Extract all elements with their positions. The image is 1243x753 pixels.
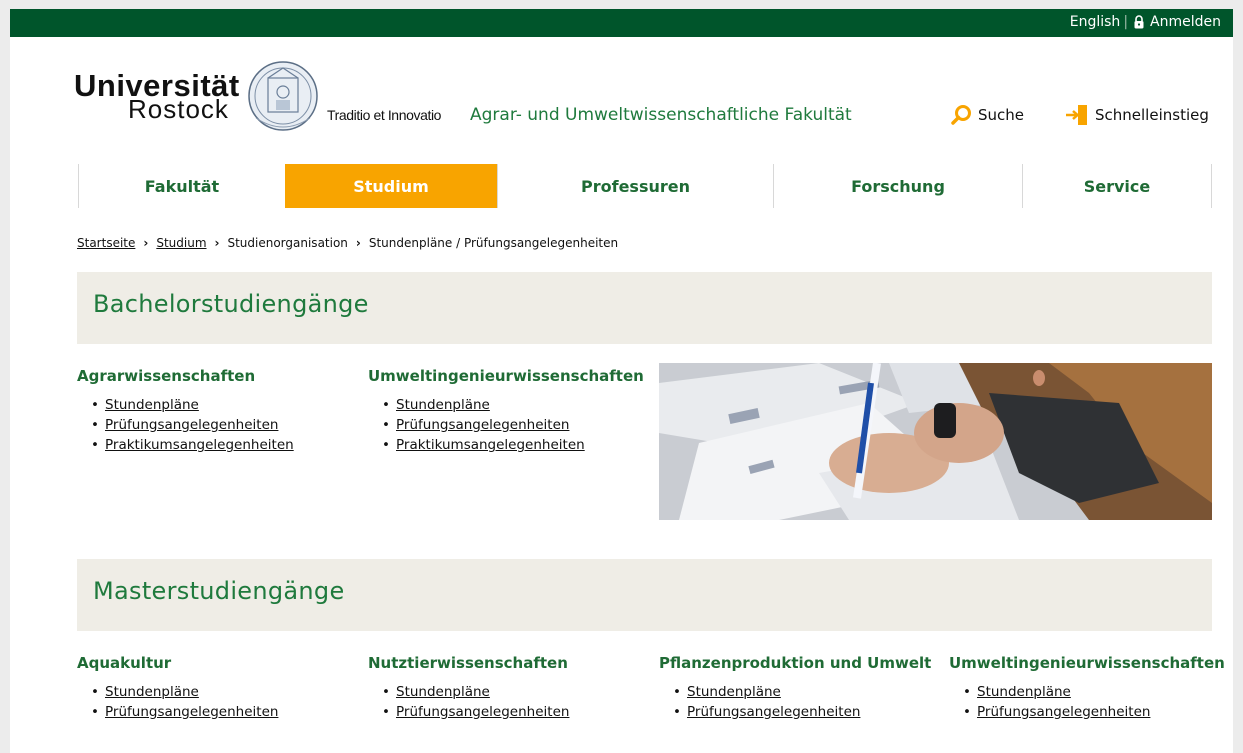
quick-access-button[interactable]: Schnelleinstieg bbox=[1065, 104, 1209, 126]
nav-item-forschung[interactable]: Forschung bbox=[773, 164, 1022, 208]
list-item: Stundenpläne bbox=[382, 682, 569, 702]
top-bar: English | Anmelden bbox=[10, 9, 1233, 37]
chevron-right-icon: › bbox=[143, 236, 149, 250]
master-program-umwelt: Umweltingenieurwissenschaften Stundenplä… bbox=[949, 654, 1225, 722]
chevron-right-icon: › bbox=[214, 236, 220, 250]
top-bar-links: English | Anmelden bbox=[1070, 14, 1221, 30]
bachelor-program-umwelt: Umweltingenieurwissenschaften Stundenplä… bbox=[368, 367, 644, 455]
faculty-title[interactable]: Agrar- und Umweltwissenschaftliche Fakul… bbox=[470, 105, 852, 125]
program-title: Nutztierwissenschaften bbox=[368, 654, 568, 672]
logo-wordmark-line2: Rostock bbox=[128, 94, 229, 124]
top-bar-separator: | bbox=[1123, 14, 1129, 30]
nav-item-professuren[interactable]: Professuren bbox=[497, 164, 773, 208]
link-praktikumsangelegenheiten[interactable]: Praktikumsangelegenheiten bbox=[105, 437, 294, 453]
nav-item-fakultaet[interactable]: Fakultät bbox=[78, 164, 285, 208]
student-writing-photo bbox=[659, 363, 1212, 520]
search-label: Suche bbox=[978, 106, 1025, 124]
program-link-list: Stundenpläne Prüfungsangelegenheiten Pra… bbox=[382, 395, 644, 455]
link-pruefungsangelegenheiten[interactable]: Prüfungsangelegenheiten bbox=[105, 417, 278, 433]
list-item: Praktikumsangelegenheiten bbox=[382, 435, 644, 455]
program-link-list: Stundenpläne Prüfungsangelegenheiten bbox=[91, 682, 278, 722]
nav-item-studium[interactable]: Studium bbox=[285, 164, 497, 208]
breadcrumb-studium[interactable]: Studium bbox=[156, 236, 206, 250]
photo-illustration bbox=[659, 363, 1212, 520]
search-icon bbox=[951, 105, 971, 125]
lock-icon bbox=[1134, 15, 1144, 29]
list-item: Prüfungsangelegenheiten bbox=[963, 702, 1225, 722]
master-section-title: Masterstudiengänge bbox=[93, 577, 345, 605]
link-stundenplaene[interactable]: Stundenpläne bbox=[396, 684, 490, 700]
program-link-list: Stundenpläne Prüfungsangelegenheiten bbox=[673, 682, 931, 722]
link-stundenplaene[interactable]: Stundenpläne bbox=[687, 684, 781, 700]
program-title: Aquakultur bbox=[77, 654, 172, 672]
university-seal-icon bbox=[248, 61, 318, 131]
link-pruefungsangelegenheiten[interactable]: Prüfungsangelegenheiten bbox=[105, 704, 278, 720]
list-item: Stundenpläne bbox=[91, 395, 294, 415]
enter-door-icon bbox=[1066, 105, 1087, 125]
link-pruefungsangelegenheiten[interactable]: Prüfungsangelegenheiten bbox=[396, 417, 569, 433]
link-praktikumsangelegenheiten[interactable]: Praktikumsangelegenheiten bbox=[396, 437, 585, 453]
list-item: Prüfungsangelegenheiten bbox=[382, 702, 569, 722]
list-item: Stundenpläne bbox=[963, 682, 1225, 702]
link-pruefungsangelegenheiten[interactable]: Prüfungsangelegenheiten bbox=[977, 704, 1150, 720]
list-item: Prüfungsangelegenheiten bbox=[673, 702, 931, 722]
program-title: Umweltingenieurwissenschaften bbox=[949, 654, 1225, 672]
program-link-list: Stundenpläne Prüfungsangelegenheiten bbox=[963, 682, 1225, 722]
link-stundenplaene[interactable]: Stundenpläne bbox=[977, 684, 1071, 700]
breadcrumb-studienorganisation: Studienorganisation bbox=[227, 236, 348, 250]
program-link-list: Stundenpläne Prüfungsangelegenheiten bbox=[382, 682, 569, 722]
bachelor-section-header: Bachelorstudiengänge bbox=[77, 272, 1212, 344]
list-item: Prüfungsangelegenheiten bbox=[91, 415, 294, 435]
quick-access-label: Schnelleinstieg bbox=[1095, 106, 1209, 124]
chevron-right-icon: › bbox=[355, 236, 361, 250]
link-pruefungsangelegenheiten[interactable]: Prüfungsangelegenheiten bbox=[396, 704, 569, 720]
bachelor-section-title: Bachelorstudiengänge bbox=[93, 290, 369, 318]
master-program-aquakultur: Aquakultur Stundenpläne Prüfungsangelege… bbox=[77, 654, 278, 722]
program-title: Umweltingenieurwissenschaften bbox=[368, 367, 644, 385]
search-button[interactable]: Suche bbox=[950, 104, 1024, 126]
language-link[interactable]: English bbox=[1070, 14, 1121, 30]
list-item: Prüfungsangelegenheiten bbox=[382, 415, 644, 435]
tagline: Traditio et Innovatio bbox=[327, 107, 442, 123]
page: English | Anmelden Universität Rostock T… bbox=[10, 9, 1233, 753]
link-stundenplaene[interactable]: Stundenpläne bbox=[105, 684, 199, 700]
list-item: Prüfungsangelegenheiten bbox=[91, 702, 278, 722]
link-pruefungsangelegenheiten[interactable]: Prüfungsangelegenheiten bbox=[687, 704, 860, 720]
link-stundenplaene[interactable]: Stundenpläne bbox=[105, 397, 199, 413]
program-link-list: Stundenpläne Prüfungsangelegenheiten Pra… bbox=[91, 395, 294, 455]
master-section-header: Masterstudiengänge bbox=[77, 559, 1212, 631]
breadcrumb-startseite[interactable]: Startseite bbox=[77, 236, 135, 250]
bachelor-program-agrar: Agrarwissenschaften Stundenpläne Prüfung… bbox=[77, 367, 294, 455]
program-title: Pflanzenproduktion und Umwelt bbox=[659, 654, 932, 672]
breadcrumb: Startseite › Studium › Studienorganisati… bbox=[77, 236, 618, 250]
main-nav: Fakultät Studium Professuren Forschung S… bbox=[78, 164, 1212, 208]
master-program-nutztier: Nutztierwissenschaften Stundenpläne Prüf… bbox=[368, 654, 569, 722]
list-item: Praktikumsangelegenheiten bbox=[91, 435, 294, 455]
list-item: Stundenpläne bbox=[91, 682, 278, 702]
list-item: Stundenpläne bbox=[382, 395, 644, 415]
master-program-pflanzen: Pflanzenproduktion und Umwelt Stundenplä… bbox=[659, 654, 931, 722]
login-link[interactable]: Anmelden bbox=[1150, 14, 1221, 30]
breadcrumb-current: Stundenpläne / Prüfungsangelegenheiten bbox=[368, 236, 619, 250]
nav-item-service[interactable]: Service bbox=[1022, 164, 1212, 208]
university-logo[interactable]: Universität Rostock Traditio et Innovati… bbox=[74, 49, 474, 144]
list-item: Stundenpläne bbox=[673, 682, 931, 702]
link-stundenplaene[interactable]: Stundenpläne bbox=[396, 397, 490, 413]
program-title: Agrarwissenschaften bbox=[77, 367, 256, 385]
